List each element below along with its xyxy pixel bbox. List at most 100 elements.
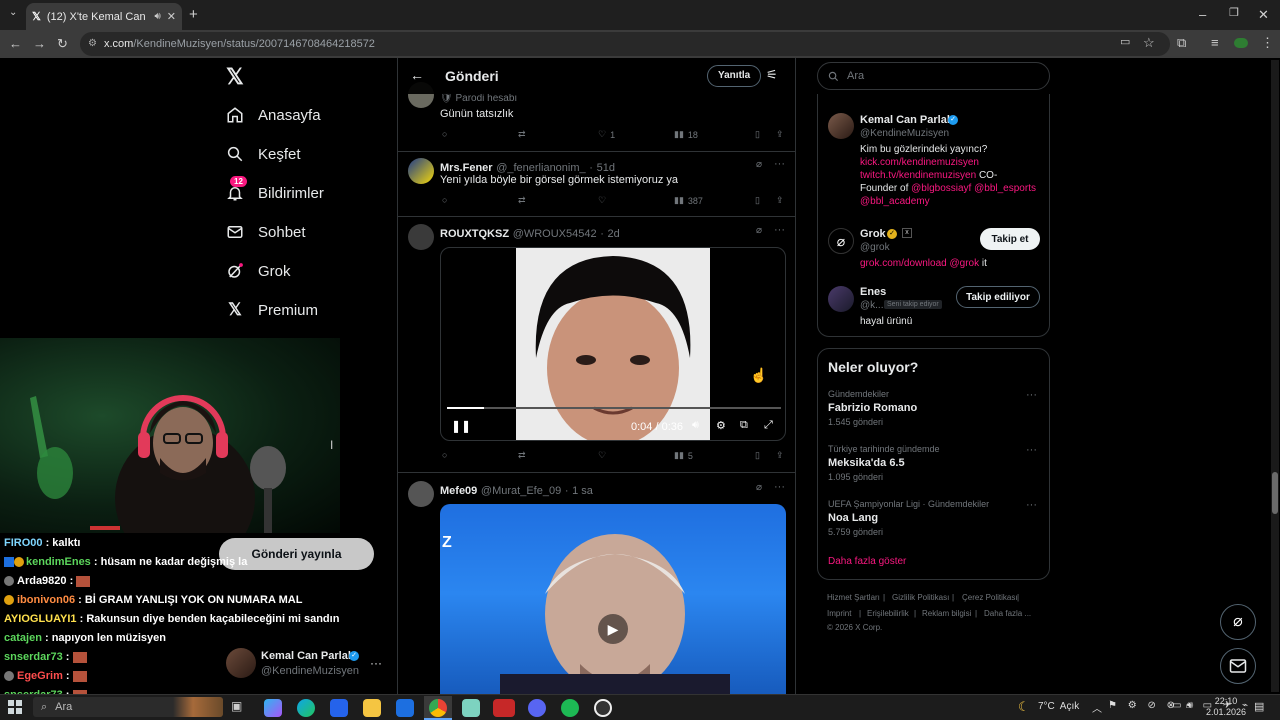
bio-mention[interactable]: @blgbossiayf xyxy=(911,183,971,194)
video-editor-icon[interactable] xyxy=(493,699,515,717)
minimize-icon[interactable]: – xyxy=(1199,8,1206,21)
weather-text[interactable]: 7°C Açık xyxy=(1038,701,1079,712)
views-button[interactable]: ▮▮ 18 xyxy=(674,129,698,140)
volume-icon[interactable]: 🔊︎ xyxy=(1187,700,1193,711)
following-button[interactable]: Takip ediliyor xyxy=(956,286,1040,308)
browser-tab[interactable]: 𝕏 (12) X'te Kemal Can Parlak 🔊︎ ✕ xyxy=(26,3,182,30)
person-avatar[interactable] xyxy=(828,113,854,139)
bookmark-star-icon[interactable]: ☆ xyxy=(1143,36,1155,49)
play-icon[interactable]: ▶ xyxy=(598,614,628,644)
bio-mention[interactable]: @bbl_academy xyxy=(860,196,930,207)
post-item[interactable]: Mefe09 @Murat_Efe_09 · 1 sa ⌀ ··· Z ▶ xyxy=(398,473,795,694)
trend-item[interactable]: Gündemdekiler Fabrizio Romano 1.545 gönd… xyxy=(818,387,1049,439)
tab-close-icon[interactable]: ✕ xyxy=(167,10,176,23)
reply-icon[interactable]: ○ xyxy=(442,450,447,460)
fullscreen-icon[interactable]: ⤢ xyxy=(764,419,773,432)
nav-chat[interactable]: Sohbet xyxy=(226,223,306,241)
post-item[interactable]: Mrs.Fener @_fenerlianonim_ · 51d ⌀ ··· Y… xyxy=(398,152,795,217)
person-name[interactable]: Enes xyxy=(860,286,886,298)
post-avatar[interactable] xyxy=(408,158,434,184)
x-logo-icon[interactable]: 𝕏 xyxy=(226,64,244,90)
volume-icon[interactable]: 🔊︎ xyxy=(692,419,699,432)
page-scrollbar[interactable] xyxy=(1271,60,1279,692)
restore-icon[interactable]: ❐ xyxy=(1229,8,1239,19)
pip-icon[interactable]: ⧉ xyxy=(740,419,748,432)
share-icon[interactable]: ⇪ xyxy=(776,195,784,206)
site-info-icon[interactable]: ⚙ xyxy=(88,38,97,49)
tray-chevron-icon[interactable]: ︿ xyxy=(1092,700,1102,715)
post-avatar[interactable] xyxy=(408,224,434,250)
share-icon[interactable]: ⇪ xyxy=(776,450,784,461)
cast-icon[interactable]: ▭ xyxy=(1120,37,1130,48)
clock-date[interactable]: 2.01.2026 xyxy=(1203,707,1249,717)
nav-explore[interactable]: Keşfet xyxy=(226,145,301,163)
video-player[interactable]: ❚❚ 0:04 / 0:36 🔊︎ ⚙ ⧉ ⤢ xyxy=(440,247,786,441)
scrollbar-thumb[interactable] xyxy=(1272,472,1278,514)
footer-link[interactable]: Çerez Politikası xyxy=(962,593,1018,602)
taskbar-search[interactable]: ⌕ Ara xyxy=(33,697,223,717)
person-avatar[interactable] xyxy=(828,286,854,312)
post-handle[interactable]: @WROUX54542 xyxy=(513,228,597,240)
video-thumbnail[interactable]: Z ▶ xyxy=(440,504,786,694)
network-icon[interactable]: ▭ xyxy=(1172,700,1181,711)
footer-link[interactable]: Hizmet Şartları xyxy=(827,593,880,602)
nav-home[interactable]: Anasayfa xyxy=(226,106,321,124)
person-name[interactable]: Grok xyxy=(860,228,886,240)
grok-icon[interactable]: ⌀ xyxy=(756,482,762,493)
reload-icon[interactable]: ↻ xyxy=(57,37,68,50)
grok-float-button[interactable]: ⌀ xyxy=(1220,604,1256,640)
more-icon[interactable]: ··· xyxy=(1026,499,1037,511)
mail-icon[interactable] xyxy=(396,699,414,717)
more-icon[interactable]: ··· xyxy=(774,158,785,170)
share-icon[interactable]: ⇪ xyxy=(776,129,784,140)
footer-link[interactable]: Gizlilik Politikası xyxy=(892,593,949,602)
grok-icon[interactable]: ⌀ xyxy=(756,225,762,236)
weather-moon-icon[interactable]: ☾ xyxy=(1018,699,1030,715)
reading-list-icon[interactable]: ≡ xyxy=(1211,36,1219,49)
windows-start-icon[interactable] xyxy=(8,700,22,714)
file-explorer-icon[interactable] xyxy=(363,699,381,717)
views-button[interactable]: ▮▮ 5 xyxy=(674,450,693,461)
video-settings-icon[interactable]: ⚙ xyxy=(716,419,726,432)
post-avatar[interactable] xyxy=(408,481,434,507)
like-icon[interactable]: ♡ xyxy=(598,195,606,206)
clock-time[interactable]: 22:10 xyxy=(1208,696,1244,706)
copilot-icon[interactable] xyxy=(264,699,282,717)
more-icon[interactable]: ··· xyxy=(774,481,785,493)
post-author[interactable]: Mefe09 xyxy=(440,485,477,497)
address-bar[interactable]: ⚙ x.com/KendineMuzisyen/status/200714670… xyxy=(80,32,1170,56)
follow-button[interactable]: Takip et xyxy=(980,228,1040,250)
footer-link[interactable]: Imprint xyxy=(827,609,851,618)
tab-list-chevron-icon[interactable]: ⌄ xyxy=(9,8,17,18)
like-icon[interactable]: ♡ xyxy=(598,450,606,461)
menu-kebab-icon[interactable]: ⋮ xyxy=(1261,36,1274,49)
post-handle[interactable]: @Murat_Efe_09 xyxy=(481,485,561,497)
video-progress-track[interactable] xyxy=(447,407,781,409)
back-icon[interactable]: ← xyxy=(9,37,22,50)
repost-icon[interactable]: ⇄ xyxy=(518,195,526,206)
grok-icon[interactable]: ⌀ xyxy=(756,159,762,170)
back-arrow-icon[interactable]: ← xyxy=(410,67,424,83)
person-name[interactable]: Kemal Can Parlak xyxy=(860,114,953,126)
bio-link[interactable]: kick.com/kendinemuzisyen xyxy=(860,157,979,168)
bookmark-icon[interactable]: ▯ xyxy=(755,129,760,140)
views-button[interactable]: ▮▮ 387 xyxy=(674,195,703,206)
repost-icon[interactable]: ⇄ xyxy=(518,450,526,461)
footer-link[interactable]: Daha fazla ... xyxy=(984,609,1031,618)
extensions-icon[interactable]: ⧉ xyxy=(1177,36,1186,49)
settings-sliders-icon[interactable]: ⚟ xyxy=(766,67,778,83)
discord-icon[interactable] xyxy=(528,699,546,717)
post-author[interactable]: ROUXTQKSZ xyxy=(440,228,509,240)
nav-premium[interactable]: 𝕏 Premium xyxy=(226,300,318,319)
forward-icon[interactable]: → xyxy=(33,37,46,50)
more-icon[interactable]: ··· xyxy=(1026,444,1037,456)
messages-float-button[interactable] xyxy=(1220,648,1256,684)
window-close-icon[interactable]: ✕ xyxy=(1258,8,1269,21)
reply-icon[interactable]: ○ xyxy=(442,195,447,205)
reply-icon[interactable]: ○ xyxy=(442,129,447,139)
post-item[interactable]: ROUXTQKSZ @WROUX54542 · 2d ⌀ ··· ❚❚ 0:04… xyxy=(398,217,795,473)
grok-avatar-icon[interactable]: ⌀ xyxy=(828,228,854,254)
speaker-icon[interactable]: 🔊︎ xyxy=(154,11,160,22)
task-view-icon[interactable]: ▣ xyxy=(231,699,249,717)
notifications-icon[interactable]: ▤ xyxy=(1254,700,1264,713)
